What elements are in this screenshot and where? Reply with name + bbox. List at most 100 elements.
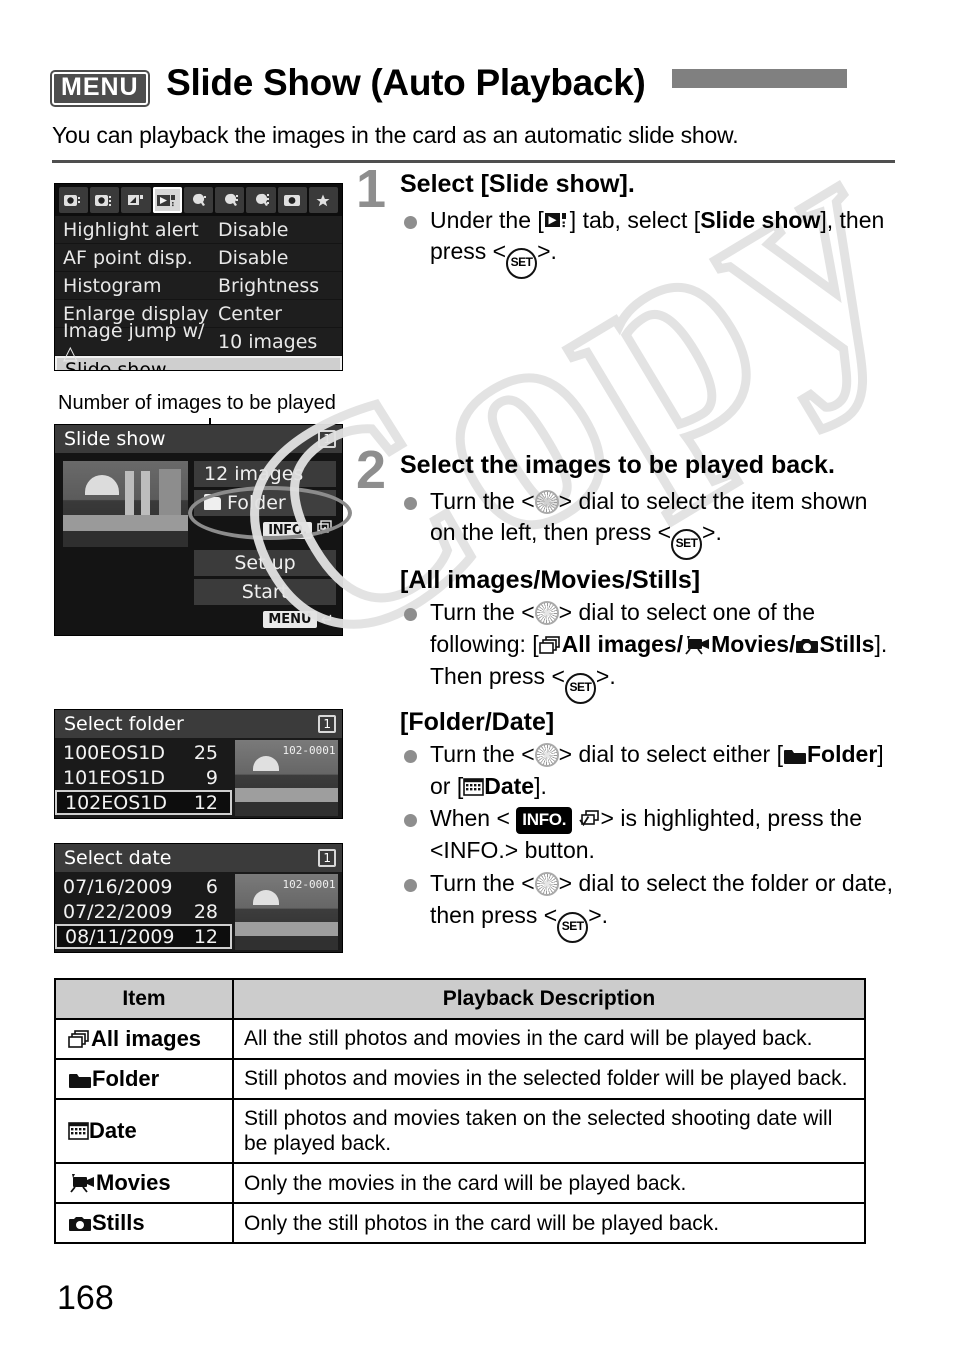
bullet-text: >. (537, 238, 557, 265)
date-list-item[interactable]: 07/22/2009 28 (55, 899, 230, 924)
table-body: All images All the still photos and movi… (54, 1018, 866, 1245)
bullet-text: When < (430, 805, 510, 832)
quick-control-dial-icon (534, 601, 559, 626)
menu-row-af-point-disp[interactable]: AF point disp. Disable (55, 244, 342, 272)
item-label: Date (89, 1118, 137, 1144)
quick-control-dial-icon (534, 742, 559, 767)
section-all-bullet-1: Turn the < > dial to select one of the fo… (400, 597, 896, 704)
slide-show-screen-header: Slide show 1 (55, 425, 342, 453)
set-up-button[interactable]: Set up (194, 550, 336, 576)
select-date-screenshot: Select date 1 07/16/2009 6 07/22/2009 28… (54, 843, 343, 953)
folder-name: 101EOS1D (63, 766, 166, 789)
set-button-icon: SET (564, 672, 596, 704)
start-button[interactable]: Start (194, 579, 336, 605)
step-2-heading: Select the images to be played back. (400, 451, 835, 480)
menu-row-value: Brightness (218, 274, 320, 297)
menu-row-image-jump[interactable]: Image jump w/△ 10 images (55, 320, 342, 364)
table-cell-description: Still photos and movies taken on the sel… (232, 1097, 866, 1165)
page-number: 168 (57, 1279, 114, 1317)
movies-icon (683, 632, 711, 655)
table-cell-description: All the still photos and movies in the c… (232, 1018, 866, 1060)
column-header-description: Playback Description (232, 978, 866, 1020)
menu-row-value: Disable (218, 218, 289, 241)
section-folder-bullet-3: Turn the < > dial to select the folder or… (400, 868, 896, 943)
folder-list-item[interactable]: 100EOS1D 25 (55, 740, 230, 765)
slide-show-screen-title: Slide show (64, 428, 166, 450)
date-value: 07/16/2009 (63, 875, 173, 898)
preview-foreground (234, 936, 338, 950)
bullet-text: Turn the < (430, 740, 535, 767)
camera-icon (68, 1213, 92, 1232)
date-list-item[interactable]: 07/16/2009 6 (55, 874, 230, 899)
table-row: Movies Only the movies in the card will … (54, 1162, 866, 1205)
menu-row-label: Slide show (65, 358, 167, 371)
preview-foreground (234, 802, 338, 816)
date-count: 28 (193, 900, 218, 923)
set-button-icon: SET (557, 911, 589, 943)
date-value: 07/22/2009 (63, 900, 173, 923)
tab-playback-2 (152, 187, 182, 213)
menu-tab-strip (55, 184, 342, 216)
card-slot-badge: 1 (318, 430, 336, 448)
calendar-icon (68, 1121, 89, 1141)
menu-row-value: 10 images (218, 330, 318, 353)
folder-list: 100EOS1D 25 101EOS1D 9 102EOS1D 12 (55, 738, 232, 818)
folder-list-item[interactable]: 101EOS1D 9 (55, 765, 230, 790)
bullet-text: >. (595, 662, 616, 689)
step-2-number: 2 (356, 440, 387, 501)
header-divider (52, 160, 895, 163)
table-cell-item: Folder (54, 1058, 234, 1100)
tab-shoot-1 (59, 187, 89, 213)
instruction-column: 1 Select [Slide show]. Under the [] tab,… (356, 162, 896, 944)
section-folder-bullet-1: Turn the < > dial to select either [Folde… (400, 739, 896, 802)
card-slot-badge: 1 (318, 849, 336, 867)
page-title: Slide Show (Auto Playback) (166, 62, 646, 103)
step-2-bullets: Turn the < > dial to select the item show… (400, 486, 896, 561)
select-folder-title: Select folder (64, 713, 184, 735)
folder-list-item-selected[interactable]: 102EOS1D 12 (55, 790, 232, 815)
table-cell-description: Only the movies in the card will be play… (232, 1162, 866, 1205)
table-cell-item: Movies (54, 1162, 234, 1205)
preview-file-number: 102-0001 (282, 878, 336, 891)
step-1-number: 1 (356, 159, 387, 219)
section-all-images-bullets: Turn the < > dial to select one of the fo… (356, 597, 896, 704)
step-2: 2 Select the images to be played back. T… (356, 443, 896, 561)
caption-number-of-images: Number of images to be played (58, 392, 336, 414)
menu-row-highlight-alert[interactable]: Highlight alert Disable (55, 216, 342, 244)
folder-list-wrapper: 100EOS1D 25 101EOS1D 9 102EOS1D 12 102-0… (55, 738, 342, 818)
select-date-title: Select date (64, 847, 172, 869)
menu-row-label: Highlight alert (63, 218, 199, 241)
page-header: MENU Slide Show (Auto Playback) (50, 62, 904, 107)
folder-preview-wrapper: 102-0001 (230, 738, 342, 818)
folder-icon (783, 742, 807, 764)
image-count-row: 12 images (194, 461, 336, 487)
tab-playback-1 (121, 187, 151, 213)
bullet-text: ] tab, select [ (569, 206, 701, 233)
item-label: Folder (92, 1066, 160, 1091)
step-1-bullet-1: Under the [] tab, select [Slide show], t… (400, 205, 896, 280)
preview-thumbnail (63, 461, 188, 547)
menu-return-hint: MENU ↵ (263, 610, 334, 629)
menu-row-slide-show[interactable]: Slide show (55, 356, 342, 371)
tab-setup-3 (246, 187, 276, 213)
bullet-text: Turn the < (430, 487, 535, 514)
item-label: All images (91, 1026, 202, 1051)
thumbnail-dome-shape (85, 475, 119, 495)
camera-menu-screenshot: Highlight alert Disable AF point disp. D… (54, 183, 343, 371)
thumbnail-pillar (125, 471, 134, 515)
table-row: Folder Still photos and movies in the se… (54, 1058, 866, 1100)
select-date-header: Select date 1 (55, 844, 342, 872)
table-cell-item: All images (54, 1018, 234, 1060)
preview-file-number: 102-0001 (282, 744, 336, 757)
bullet-bold-text: Folder (807, 740, 878, 767)
date-list-item-selected[interactable]: 08/11/2009 12 (55, 924, 232, 949)
menu-row-histogram[interactable]: Histogram Brightness (55, 272, 342, 300)
playback-description-table: Item Playback Description All images All… (54, 978, 866, 1245)
date-preview-thumbnail: 102-0001 (234, 874, 338, 950)
menu-badge: MENU (50, 70, 150, 107)
date-list: 07/16/2009 6 07/22/2009 28 08/11/2009 12 (55, 872, 232, 952)
image-count-label: 12 images (204, 463, 304, 485)
bullet-text: Under the [ (430, 206, 544, 233)
menu-row-label: Image jump w/△ (63, 320, 218, 364)
menu-row-label: Histogram (63, 274, 162, 297)
